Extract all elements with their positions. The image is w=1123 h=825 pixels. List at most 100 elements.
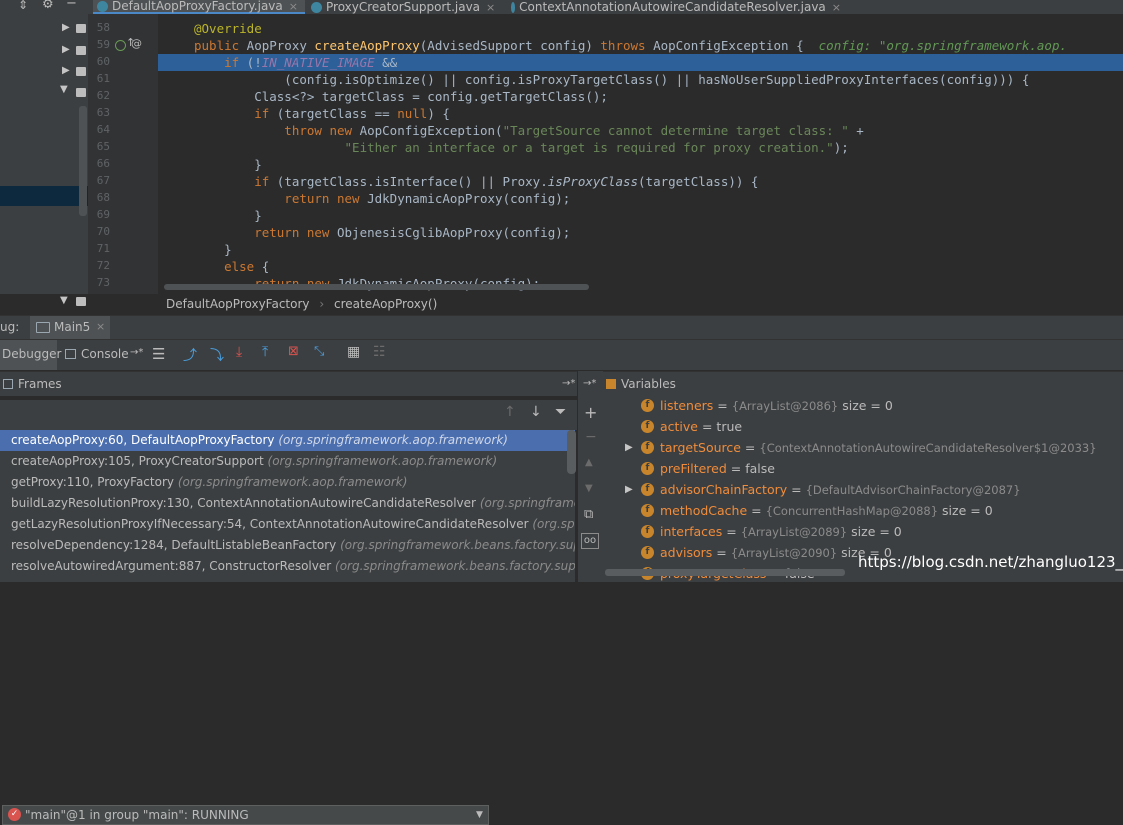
annotation-icon[interactable]: @ [131,37,142,50]
expand-arrow-icon[interactable]: ▶ [625,437,633,458]
step-into-icon[interactable]: ⤓ [236,344,242,360]
arrow-up-icon[interactable]: ↑ [504,404,516,420]
move-down-icon[interactable]: ▼ [585,483,593,494]
close-icon[interactable]: × [96,320,105,333]
collapse-arrow-icon[interactable]: ▼ [60,84,68,95]
horizontal-scrollbar[interactable] [164,284,589,290]
variables-panel-header: →* Variables [583,371,1123,396]
tab-console[interactable]: Console →* [64,340,144,370]
copy-icon[interactable]: ⧉ [584,507,593,522]
tab-debugger[interactable]: Debugger [0,340,61,370]
tab-default-aop-proxy-factory[interactable]: DefaultAopProxyFactory.java × [93,0,305,14]
line-number-gutter[interactable]: 58 59 60 61 62 63 64 65 66 67 68 69 70 7… [88,14,158,294]
editor-tab-bar: ⇕ ⚙ − DefaultAopProxyFactory.java × Prox… [0,0,1123,15]
field-icon: f [641,462,654,475]
restore-icon[interactable]: →* [583,372,596,396]
arrow-down-icon[interactable]: ↓ [530,404,542,420]
application-icon [36,322,50,333]
debug-label: ug: [0,320,20,334]
tab-proxy-creator-support[interactable]: ProxyCreatorSupport.java × [307,0,505,14]
code-line-68: return new JdkDynamicAopProxy(config); [194,191,571,206]
field-icon: f [641,525,654,538]
collapse-arrow-icon[interactable]: ▼ [60,295,68,306]
project-tree: ▶ ▶ ▶ ▼ ▼ [0,14,88,306]
debug-tool-window-header: ug: Main5 × [0,315,1123,340]
evaluate-expression-icon[interactable]: ▦ [347,344,360,360]
field-icon: f [641,441,654,454]
variable-row[interactable]: f active = true [603,416,1123,437]
variable-row[interactable]: f listeners = {ArrayList@2086} size = 0 [603,395,1123,416]
expand-arrow-icon[interactable]: ▶ [62,65,70,76]
code-editor[interactable]: @Override public AopProxy createAopProxy… [158,14,1123,294]
frame-row[interactable]: getProxy:110, ProxyFactory (org.springfr… [0,472,575,493]
suspended-thread-icon: ✓ [8,808,21,821]
line-number: 59 [96,38,110,51]
variable-row[interactable]: ▶ f advisorChainFactory = {DefaultAdviso… [603,479,1123,500]
frame-row[interactable]: resolveDependency:1284, DefaultListableB… [0,535,575,556]
code-line-72: else { [194,259,270,274]
frames-scrollbar[interactable] [567,430,576,474]
filter-icon[interactable]: ⏷ [555,404,566,420]
breadcrumb-class[interactable]: DefaultAopProxyFactory [166,297,310,311]
variable-row[interactable]: f methodCache = {ConcurrentHashMap@2088}… [603,500,1123,521]
code-line-60: if (!IN_NATIVE_IMAGE && [194,55,398,70]
session-tab-main5[interactable]: Main5 × [30,316,110,340]
gear-icon[interactable]: ⚙ [42,0,54,12]
step-out-icon[interactable]: ⤒ [262,344,268,360]
frames-icon [3,379,13,389]
drop-frame-icon[interactable]: ⊠ [288,344,299,359]
watches-toggle-icon[interactable]: oo [581,533,599,549]
code-line-71: } [194,242,232,257]
field-icon: f [641,420,654,433]
remove-watch-icon[interactable]: − [585,429,597,445]
show-execution-point-icon[interactable]: ⤴ [183,345,197,365]
run-to-cursor-icon[interactable]: ⤡ [314,344,324,359]
hide-icon[interactable]: − [66,0,77,11]
menu-icon[interactable]: ☰ [152,345,165,363]
chevron-down-icon: ▼ [476,810,483,820]
variable-row[interactable]: ▶ f targetSource = {ContextAnnotationAut… [603,437,1123,458]
expand-arrow-icon[interactable]: ▶ [625,479,633,500]
variables-icon [606,379,616,389]
restore-layout-icon: →* [130,347,144,358]
field-icon: f [641,399,654,412]
code-line-65: "Either an interface or a target is requ… [194,140,849,155]
code-line-70: return new ObjenesisCglibAopProxy(config… [194,225,571,240]
trace-icon[interactable]: ☷ [373,344,386,360]
project-selected-row[interactable] [0,186,88,206]
breadcrumb: DefaultAopProxyFactory › createAopProxy(… [158,294,1123,314]
move-up-icon[interactable]: ▲ [585,457,593,468]
line-number: 63 [96,106,110,119]
java-class-icon [97,0,108,12]
code-line-63: if (targetClass == null) { [194,106,450,121]
expand-arrow-icon[interactable]: ▶ [62,44,70,55]
line-number: 66 [96,157,110,170]
expand-arrow-icon[interactable]: ▶ [62,22,70,33]
close-icon[interactable]: × [832,1,841,14]
frame-row[interactable]: resolveAutowiredArgument:887, Constructo… [0,556,575,577]
split-icon[interactable]: ⇕ [18,0,28,12]
variables-side-toolbar: + − ▲ ▼ ⧉ oo [577,371,604,582]
add-watch-icon[interactable]: + [584,403,597,422]
variable-row[interactable]: f preFiltered = false [603,458,1123,479]
code-line-66: } [194,157,262,172]
frame-row[interactable]: getLazyResolutionProxyIfNecessary:54, Co… [0,514,575,535]
variables-horizontal-scrollbar[interactable] [605,569,845,576]
watermark: https://blog.csdn.net/zhangluo123__ [858,553,1123,571]
field-icon: f [641,483,654,496]
step-over-icon[interactable]: ⤵ [210,345,224,365]
frame-row[interactable]: createAopProxy:105, ProxyCreatorSupport … [0,451,575,472]
breadcrumb-method[interactable]: createAopProxy() [334,297,437,311]
line-number: 58 [96,21,110,34]
variables-title: Variables [621,377,676,391]
frame-row[interactable]: createAopProxy:60, DefaultAopProxyFactor… [0,430,575,451]
frame-row[interactable]: buildLazyResolutionProxy:130, ContextAnn… [0,493,575,514]
thread-selector[interactable]: ✓ "main"@1 in group "main": RUNNING ▼ [2,805,489,825]
implements-marker-icon[interactable] [115,40,126,51]
variable-row[interactable]: f interfaces = {ArrayList@2089} size = 0 [603,521,1123,542]
java-class-icon [511,1,516,13]
close-icon[interactable]: × [289,0,298,13]
close-icon[interactable]: × [486,1,495,14]
tab-context-annotation-resolver[interactable]: ContextAnnotationAutowireCandidateResolv… [507,0,847,14]
restore-icon[interactable]: →* [562,372,575,396]
